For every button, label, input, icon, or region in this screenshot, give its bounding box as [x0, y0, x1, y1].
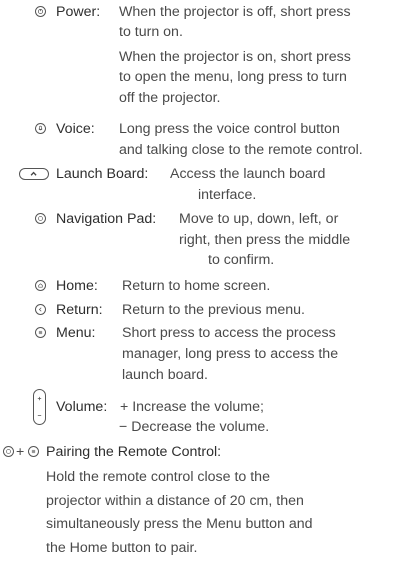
power-icon — [35, 6, 46, 17]
menu-text-2: manager, long press to access the — [122, 346, 339, 362]
pairing-line-2: projector within a distance of 20 cm, th… — [46, 492, 304, 509]
voice-text-2: and talking close to the remote control. — [119, 142, 363, 158]
power-text-1: When the projector is off, short press — [119, 4, 351, 20]
pairing-plus: + — [16, 444, 25, 460]
navigation-pad-icon — [35, 213, 46, 224]
volume-text-1: + Increase the volume; — [120, 399, 264, 415]
voice-label: Voice: — [56, 121, 95, 137]
navigation-pad-text-1: Move to up, down, left, or — [179, 211, 339, 227]
home-icon — [35, 280, 46, 291]
return-icon — [35, 304, 46, 315]
microphone-icon — [35, 123, 46, 134]
menu-icon — [28, 446, 39, 457]
power-text-4: to open the menu, long press to turn — [119, 69, 347, 85]
voice-text-1: Long press the voice control button — [119, 121, 340, 137]
power-label: Power: — [56, 4, 101, 20]
volume-text-2: − Decrease the volume. — [119, 419, 270, 435]
launch-board-text-2: interface. — [198, 187, 257, 203]
volume-rocker-icon — [33, 389, 46, 425]
menu-text-3: launch board. — [122, 367, 208, 383]
navigation-pad-text-2: right, then press the middle — [179, 232, 351, 248]
menu-label: Menu: — [56, 325, 96, 341]
launch-board-label: Launch Board: — [56, 166, 149, 182]
pairing-line-1: Hold the remote control close to the — [46, 469, 270, 485]
pairing-line-4: the Home button to pair. — [46, 539, 198, 556]
launch-board-text-1: Access the launch board — [170, 166, 326, 182]
launch-board-button-icon — [19, 168, 49, 180]
pairing-heading: Pairing the Remote Control: — [46, 444, 222, 460]
power-text-5: off the projector. — [119, 90, 221, 106]
home-label: Home: — [56, 278, 98, 294]
return-text-1: Return to the previous menu. — [122, 302, 305, 318]
navigation-pad-label: Navigation Pad: — [56, 211, 157, 227]
power-text-3: When the projector is on, short press — [119, 49, 351, 65]
navigation-pad-text-3: to confirm. — [208, 252, 275, 268]
menu-text-1: Short press to access the process — [122, 325, 336, 341]
return-label: Return: — [56, 302, 103, 318]
pairing-text: Hold the remote control close to the pro… — [46, 466, 313, 560]
volume-label: Volume: — [56, 399, 108, 415]
menu-icon — [35, 327, 46, 338]
navigation-pad-icon — [3, 446, 14, 457]
power-text-2: to turn on. — [119, 24, 183, 40]
home-text-1: Return to home screen. — [122, 278, 271, 294]
pairing-line-3: simultaneously press the Menu button and — [46, 516, 313, 533]
